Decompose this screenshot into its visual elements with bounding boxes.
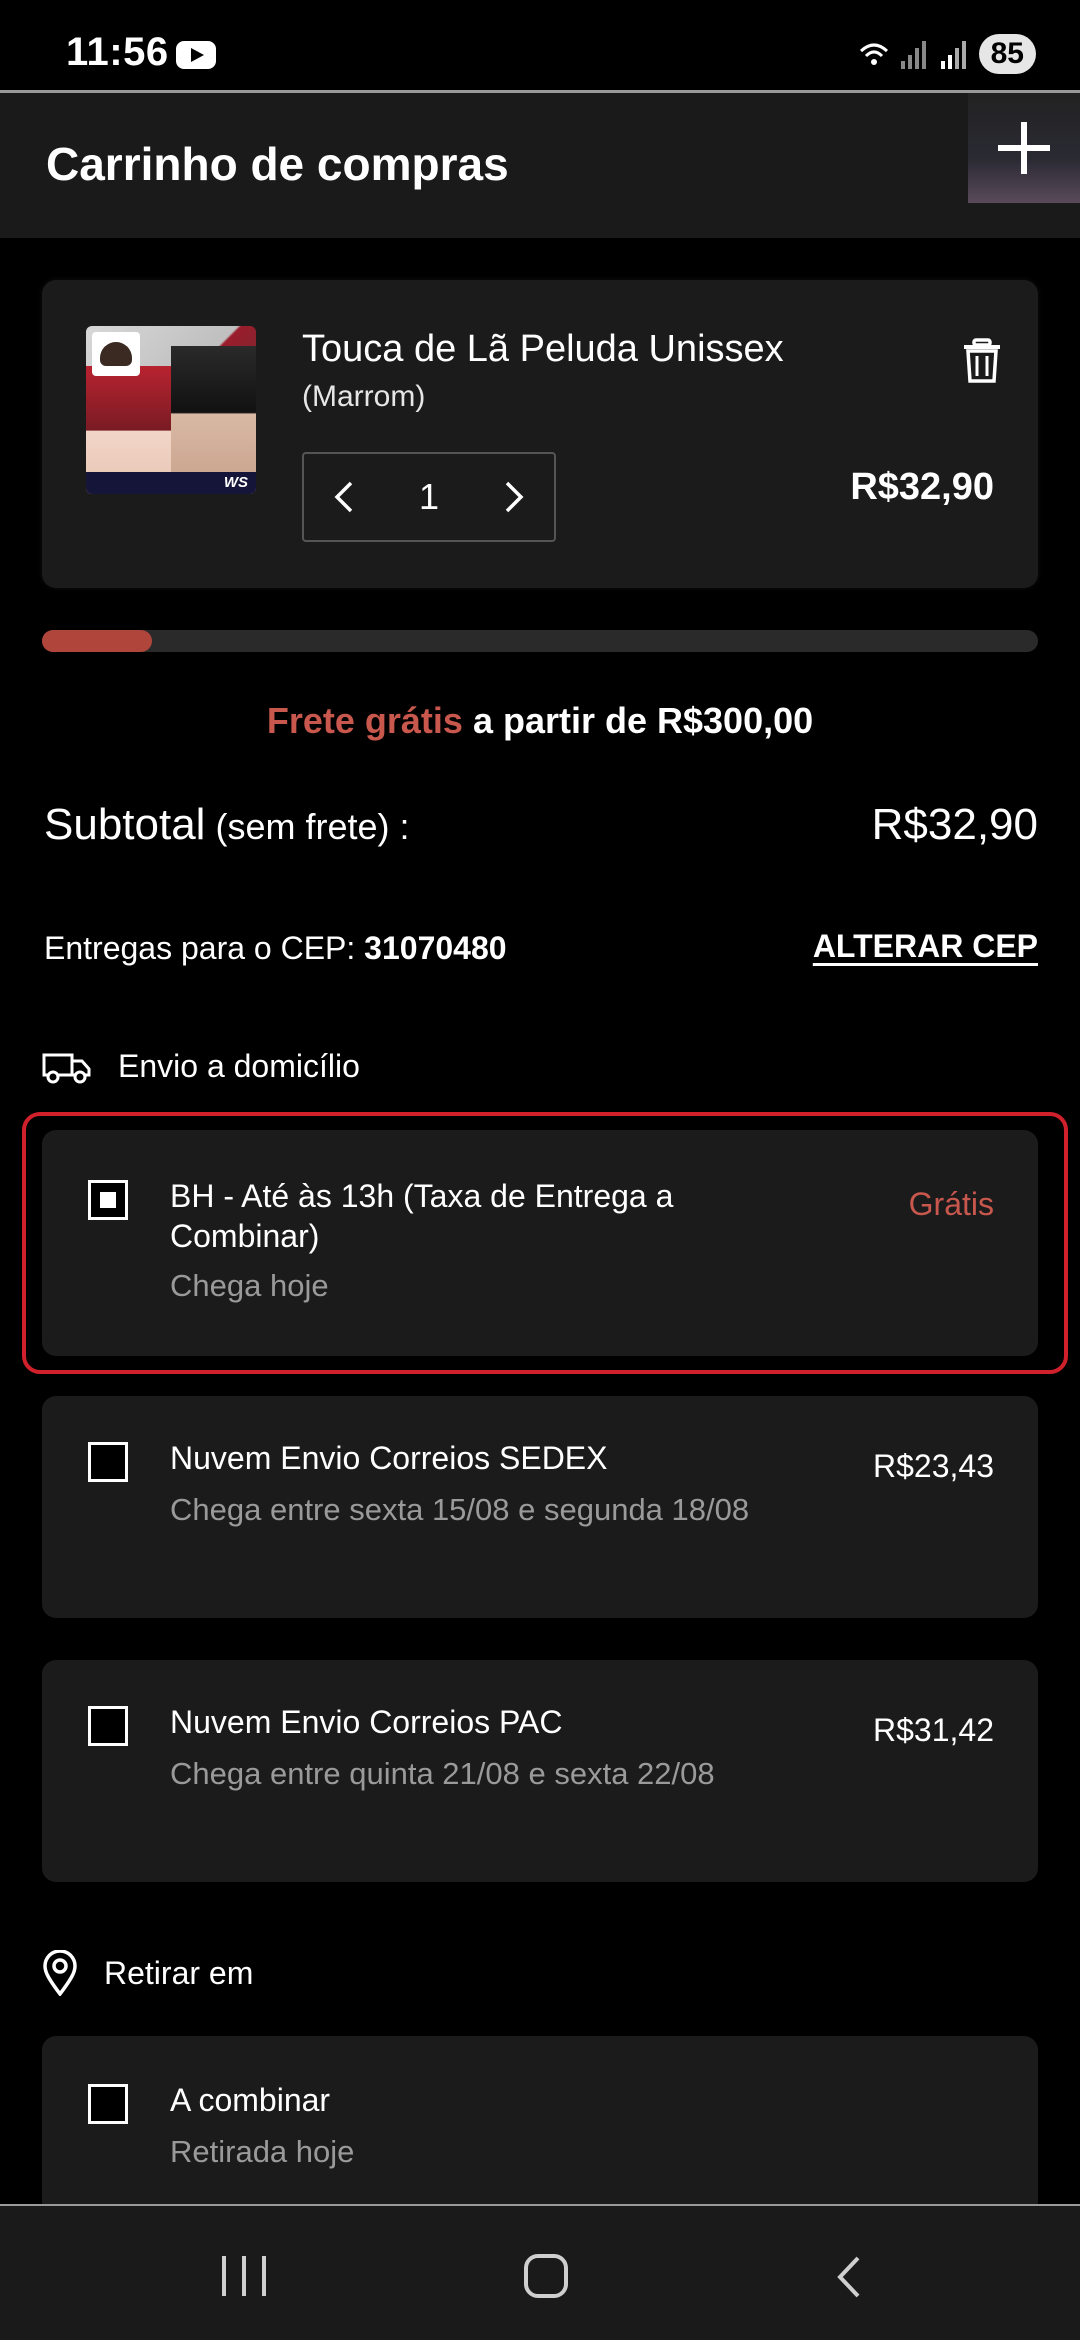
cep-value: 31070480 xyxy=(364,930,507,966)
signal-icon xyxy=(900,41,926,69)
pickup-option-title: A combinar xyxy=(170,2082,331,2118)
status-icons: 85 xyxy=(859,34,1036,74)
home-icon[interactable] xyxy=(524,2254,568,2298)
shipping-option-price: R$23,43 xyxy=(873,1448,994,1484)
page-title: Carrinho de compras xyxy=(46,138,509,190)
shipping-option-sedex[interactable]: Nuvem Envio Correios SEDEX Chega entre s… xyxy=(42,1396,1038,1618)
free-shipping-message: Frete grátis a partir de R$300,00 xyxy=(0,700,1080,742)
subtotal-note: (sem frete) : xyxy=(205,806,410,847)
product-variant: (Marrom) xyxy=(302,380,426,413)
free-shipping-accent: Frete grátis xyxy=(266,700,463,741)
home-delivery-heading: Envio a domicílio xyxy=(42,1048,360,1085)
home-delivery-title: Envio a domicílio xyxy=(118,1048,360,1084)
status-time: 11:56 xyxy=(66,30,169,74)
wifi-icon xyxy=(859,43,888,65)
pickup-option-subtitle: Retirada hoje xyxy=(170,2134,355,2169)
subtotal-label: Subtotal (sem frete) : xyxy=(44,800,410,850)
status-bar: 11:56 85 xyxy=(0,0,1080,90)
product-price: R$32,90 xyxy=(850,466,994,508)
cep-label: Entregas para o CEP: xyxy=(44,930,365,966)
back-icon[interactable] xyxy=(830,2254,870,2300)
product-name[interactable]: Touca de Lã Peluda Unissex xyxy=(302,328,784,371)
chevron-left-icon xyxy=(334,481,353,513)
shipping-option-subtitle: Chega entre sexta 15/08 e segunda 18/08 xyxy=(170,1492,750,1527)
system-nav-bar xyxy=(0,2204,1080,2340)
quantity-stepper: 1 xyxy=(302,452,556,542)
pickup-option-a-combinar[interactable]: A combinar Retirada hoje xyxy=(42,2036,1038,2204)
cep-info: Entregas para o CEP: 31070480 xyxy=(44,930,507,967)
battery-indicator: 85 xyxy=(978,34,1036,74)
youtube-icon xyxy=(176,41,216,69)
quantity-value[interactable]: 1 xyxy=(384,454,474,540)
cart-item-card: WS Touca de Lã Peluda Unissex (Marrom) 1… xyxy=(42,280,1038,588)
selected-option-highlight xyxy=(22,1112,1068,1374)
shipping-option-subtitle: Chega entre quinta 21/08 e sexta 22/08 xyxy=(170,1756,715,1791)
free-shipping-rest: a partir de R$300,00 xyxy=(462,700,814,741)
shipping-option-checkbox[interactable] xyxy=(88,1706,128,1746)
location-pin-icon xyxy=(43,1950,77,1996)
recent-apps-icon[interactable] xyxy=(222,2256,266,2296)
app-header: Carrinho de compras xyxy=(0,90,1080,238)
shipping-option-title: Nuvem Envio Correios PAC xyxy=(170,1704,563,1740)
free-shipping-progress xyxy=(42,630,1038,652)
shipping-option-title: Nuvem Envio Correios SEDEX xyxy=(170,1440,608,1476)
decrease-quantity-button[interactable] xyxy=(304,454,384,540)
pickup-title: Retirar em xyxy=(104,1954,254,1991)
truck-icon xyxy=(42,1053,91,1083)
shipping-option-checkbox[interactable] xyxy=(88,1442,128,1482)
progress-fill xyxy=(42,630,152,652)
increase-quantity-button[interactable] xyxy=(474,454,554,540)
pickup-heading: Retirar em xyxy=(42,1950,253,1996)
chevron-right-icon xyxy=(505,481,524,513)
product-image[interactable]: WS xyxy=(86,326,256,494)
change-cep-link[interactable]: ALTERAR CEP xyxy=(813,928,1038,965)
trash-icon[interactable] xyxy=(962,338,1002,384)
signal-icon-2 xyxy=(940,41,966,69)
subtotal-text: Subtotal xyxy=(44,800,206,849)
shipping-option-price: R$31,42 xyxy=(873,1712,994,1748)
plus-icon[interactable] xyxy=(968,93,1080,203)
subtotal-value: R$32,90 xyxy=(871,800,1038,849)
shipping-option-pac[interactable]: Nuvem Envio Correios PAC Chega entre qui… xyxy=(42,1660,1038,1882)
pickup-option-checkbox[interactable] xyxy=(88,2084,128,2124)
